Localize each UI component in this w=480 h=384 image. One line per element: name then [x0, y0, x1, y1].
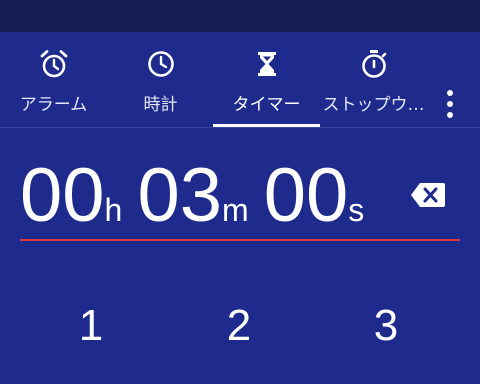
- timer-minutes-unit: m: [221, 192, 249, 228]
- timer-hours-unit: h: [104, 192, 123, 228]
- clock-icon: [147, 51, 174, 77]
- tab-timer-label: タイマー: [232, 95, 301, 115]
- timer-minutes: 03: [137, 153, 222, 238]
- timer-hours: 00: [20, 153, 105, 238]
- tab-bar: アラーム 時計 タイマー ストップウ…: [0, 32, 480, 128]
- alarm-icon: [40, 50, 67, 78]
- tab-stopwatch-label: ストップウ…: [322, 95, 425, 115]
- tab-divider: [0, 127, 480, 128]
- tab-clock-label: 時計: [143, 95, 178, 115]
- keypad-3-button[interactable]: 3: [356, 296, 416, 356]
- keypad-1-button[interactable]: 1: [61, 296, 121, 356]
- keypad-2-button[interactable]: 2: [209, 296, 269, 356]
- hourglass-icon: [257, 52, 276, 76]
- tab-alarm[interactable]: アラーム: [0, 32, 107, 128]
- backspace-icon[interactable]: [410, 180, 446, 210]
- tab-stopwatch[interactable]: ストップウ…: [320, 32, 427, 128]
- stopwatch-icon: [361, 50, 386, 78]
- timer-display: 00h 03m 00s: [20, 156, 374, 236]
- timer-input-underline: [20, 239, 460, 241]
- timer-seconds-unit: s: [348, 192, 365, 228]
- tab-timer[interactable]: タイマー: [213, 32, 320, 128]
- tab-clock[interactable]: 時計: [107, 32, 214, 128]
- timer-seconds: 00: [263, 153, 349, 238]
- status-bar: [0, 0, 480, 32]
- tab-alarm-label: アラーム: [19, 95, 88, 115]
- more-vert-icon[interactable]: [436, 84, 464, 124]
